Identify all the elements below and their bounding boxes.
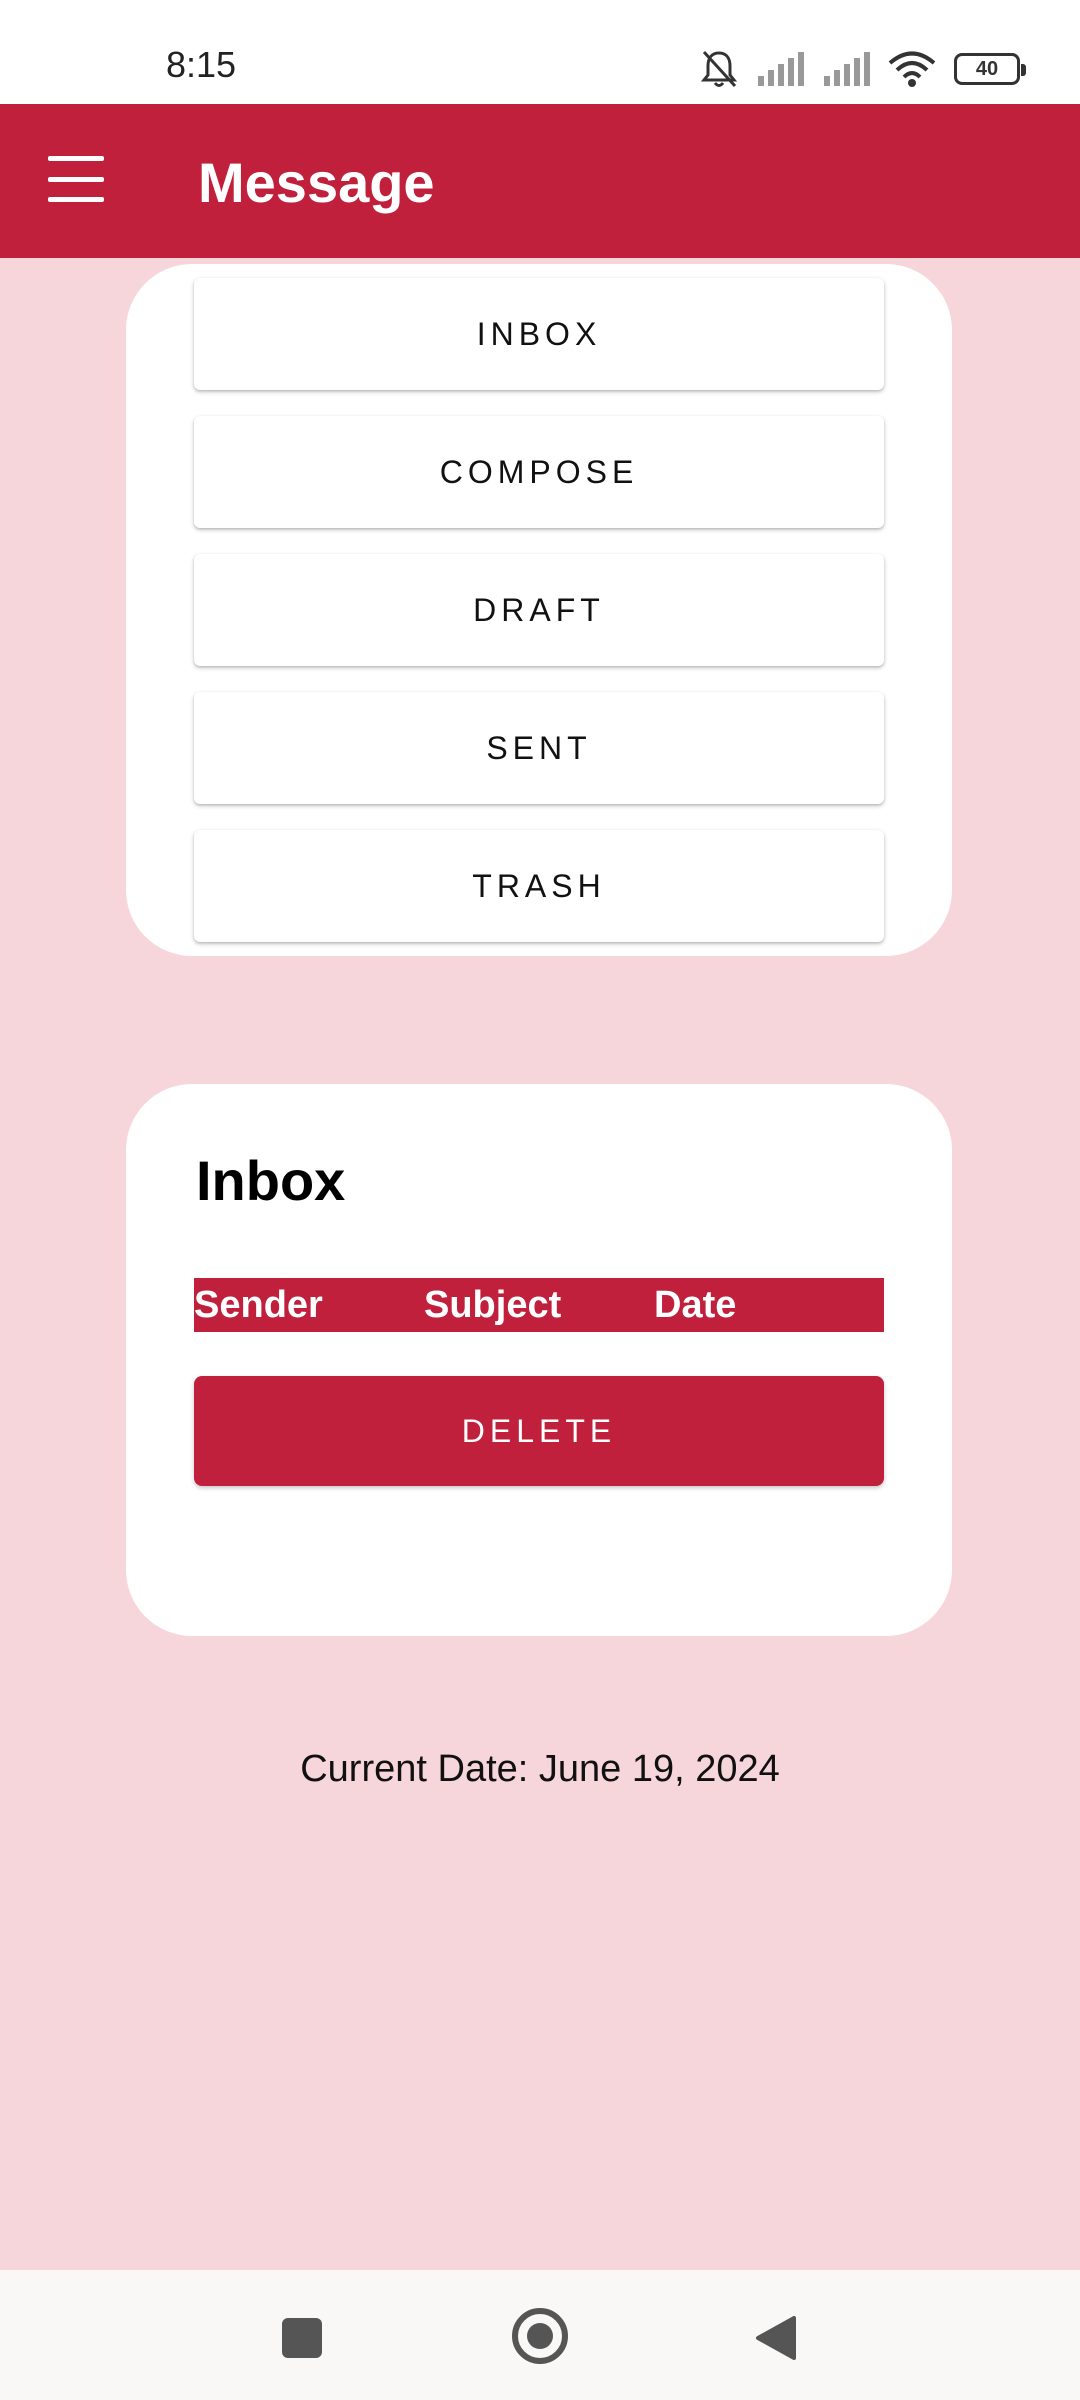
- page-title: Message: [198, 151, 435, 214]
- signal-icon: [822, 52, 870, 86]
- sent-button[interactable]: SENT: [194, 692, 884, 804]
- table-header: Sender Subject Date: [194, 1278, 884, 1332]
- status-icons: 40: [700, 48, 1026, 90]
- column-header-subject: Subject: [424, 1284, 562, 1326]
- wifi-icon: [888, 50, 936, 88]
- home-icon[interactable]: [512, 2308, 568, 2364]
- inbox-title: Inbox: [196, 1149, 346, 1212]
- mailbox-nav-card: INBOX COMPOSE DRAFT SENT TRASH: [126, 264, 952, 956]
- status-time: 8:15: [166, 44, 237, 85]
- draft-button[interactable]: DRAFT: [194, 554, 884, 666]
- signal-icon: [756, 52, 804, 86]
- status-bar: 8:15 40: [0, 0, 1080, 104]
- column-header-date: Date: [654, 1284, 737, 1326]
- current-date: Current Date: June 19, 2024: [300, 1748, 780, 1790]
- inbox-button[interactable]: INBOX: [194, 278, 884, 390]
- back-icon[interactable]: [754, 2314, 798, 2367]
- inbox-card: Inbox Sender Subject Date DELETE: [126, 1084, 952, 1636]
- column-header-sender: Sender: [194, 1284, 323, 1326]
- hamburger-menu-icon[interactable]: [48, 156, 104, 202]
- delete-button[interactable]: DELETE: [194, 1376, 884, 1486]
- trash-button[interactable]: TRASH: [194, 830, 884, 942]
- compose-button[interactable]: COMPOSE: [194, 416, 884, 528]
- app-bar: Message: [0, 104, 1080, 258]
- recents-icon[interactable]: [282, 2318, 322, 2358]
- battery-icon: 40: [954, 53, 1026, 85]
- system-nav-bar: [0, 2270, 1080, 2400]
- bell-muted-icon: [700, 49, 738, 89]
